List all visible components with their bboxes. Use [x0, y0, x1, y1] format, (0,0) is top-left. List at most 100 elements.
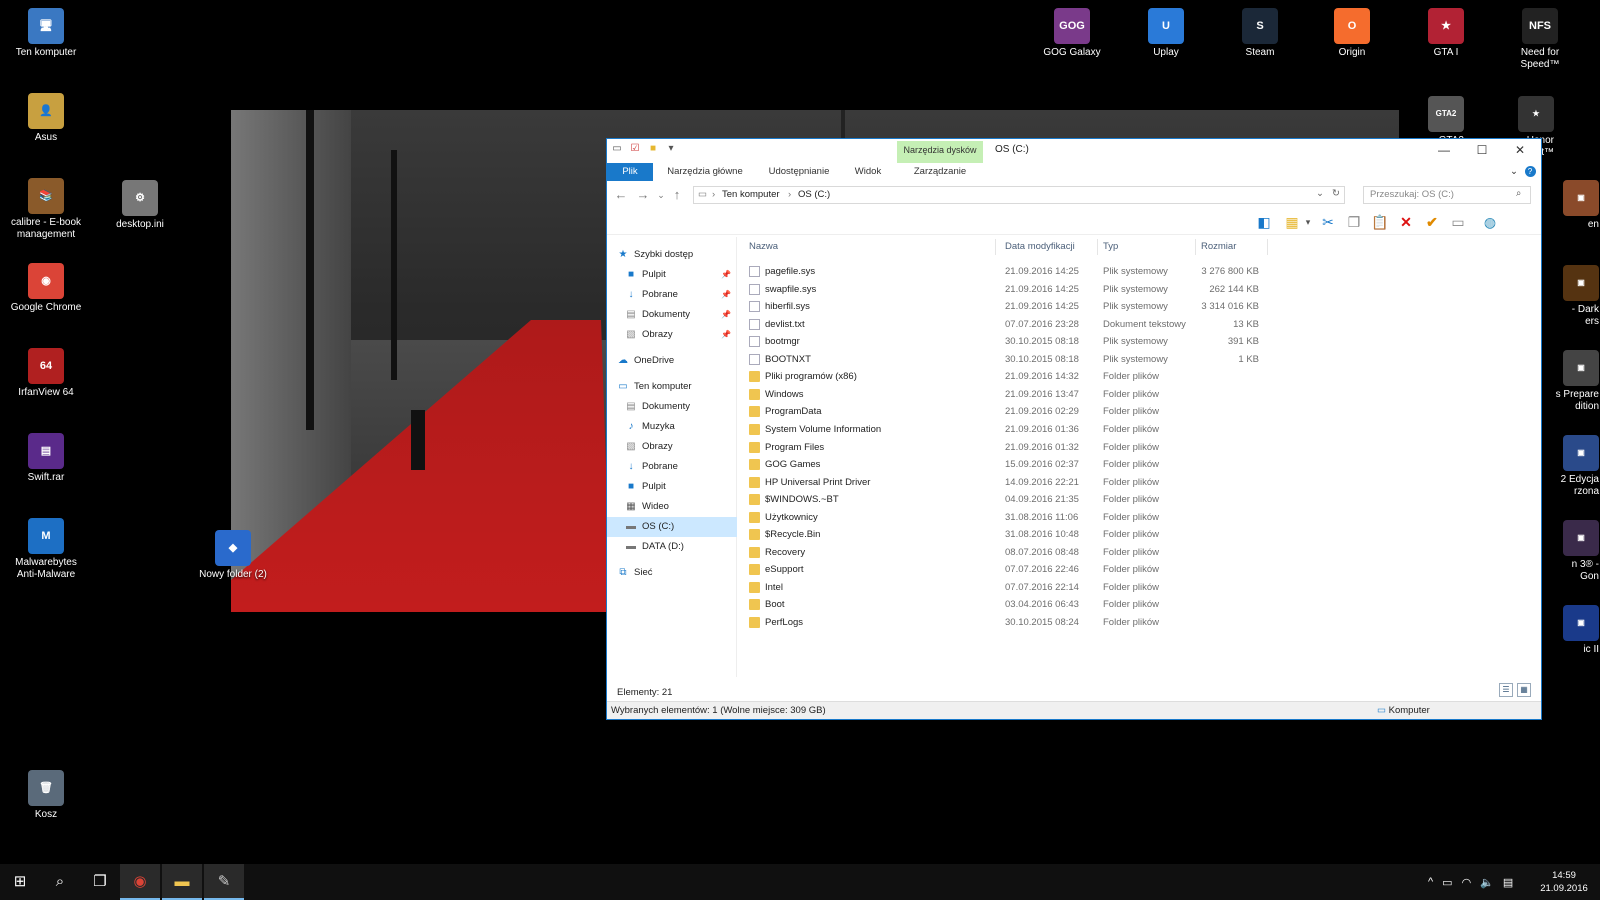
- nav-pc-item[interactable]: ▦ Wideo: [607, 497, 737, 517]
- desktop-icon[interactable]: GOG GOG Galaxy: [1032, 8, 1112, 59]
- table-row[interactable]: Boot 03.04.2016 06:43 Folder plików: [739, 596, 1279, 614]
- tab-share[interactable]: Udostępnianie: [755, 163, 843, 181]
- nav-quick-item[interactable]: ■ Pulpit 📌: [607, 265, 737, 285]
- desktop-icon[interactable]: ▤ Swift.rar: [6, 433, 86, 484]
- search-input[interactable]: Przeszukaj: OS (C:) ⌕: [1363, 186, 1531, 204]
- action-center-icon[interactable]: ▤: [1503, 876, 1513, 889]
- app-taskbar-icon[interactable]: ✎: [204, 864, 244, 900]
- table-row[interactable]: $WINDOWS.~BT 04.09.2016 21:35 Folder plikó…: [739, 491, 1279, 509]
- tab-home[interactable]: Narzędzia główne: [659, 163, 751, 181]
- wifi-icon[interactable]: ◠: [1462, 876, 1472, 889]
- table-row[interactable]: Pliki programów (x86) 21.09.2016 14:32 Fol…: [739, 368, 1279, 386]
- new-folder-icon[interactable]: ■: [647, 143, 659, 155]
- table-row[interactable]: HP Universal Print Driver 14.09.2016 22:2…: [739, 474, 1279, 492]
- table-row[interactable]: pagefile.sys 21.09.2016 14:25 Plik systemo…: [739, 263, 1279, 281]
- nav-pc-item[interactable]: ▬ DATA (D:): [607, 537, 737, 557]
- table-row[interactable]: PerfLogs 30.10.2015 08:24 Folder plików: [739, 614, 1279, 632]
- task-view-icon[interactable]: ❐: [80, 864, 120, 900]
- table-row[interactable]: hiberfil.sys 21.09.2016 14:25 Plik systemo…: [739, 298, 1279, 316]
- computer-icon[interactable]: ▭: [611, 143, 623, 155]
- desktop-icon[interactable]: 📚 calibre - E-book management: [6, 178, 86, 241]
- desktop-icon[interactable]: M Malwarebytes Anti-Malware: [6, 518, 86, 581]
- search-icon[interactable]: ⌕: [1516, 188, 1521, 199]
- tab-file[interactable]: Plik: [607, 163, 653, 181]
- table-row[interactable]: System Volume Information 21.09.2016 01:3…: [739, 421, 1279, 439]
- refresh-icon[interactable]: ↻: [1332, 188, 1340, 199]
- close-button[interactable]: ✕: [1501, 139, 1539, 161]
- preview-pane-icon[interactable]: ◧: [1255, 213, 1273, 231]
- nav-quick-item[interactable]: ↓ Pobrane 📌: [607, 285, 737, 305]
- table-row[interactable]: eSupport 07.07.2016 22:46 Folder plików: [739, 561, 1279, 579]
- breadcrumb-this-pc[interactable]: Ten komputer: [722, 189, 780, 200]
- nav-quick-item[interactable]: ▧ Obrazy 📌: [607, 325, 737, 345]
- desktop-icon-partial[interactable]: ▣ en: [1545, 180, 1599, 231]
- nav-network[interactable]: ⧉ Sieć: [607, 563, 737, 583]
- desktop-icon-partial[interactable]: ▣ - Dark ers: [1545, 265, 1599, 328]
- chevron-up-icon[interactable]: ^: [1428, 876, 1433, 888]
- recent-locations-chevron-icon[interactable]: ⌄: [653, 187, 669, 203]
- desktop-icon[interactable]: S Steam: [1220, 8, 1300, 59]
- rename-icon[interactable]: ▭: [1449, 213, 1467, 231]
- address-dropdown-icon[interactable]: ⌄: [1316, 188, 1324, 199]
- delete-icon[interactable]: ✕: [1397, 213, 1415, 231]
- table-row[interactable]: swapfile.sys 21.09.2016 14:25 Plik systemo…: [739, 281, 1279, 299]
- column-header-date[interactable]: Data modyfikacji: [1005, 241, 1075, 252]
- minimize-button[interactable]: —: [1425, 139, 1463, 161]
- checkmark-icon[interactable]: ✔: [1423, 213, 1441, 231]
- table-row[interactable]: Użytkownicy 31.08.2016 11:06 Folder plików: [739, 509, 1279, 527]
- maximize-button[interactable]: ☐: [1463, 139, 1501, 161]
- paste-icon[interactable]: 📋: [1371, 213, 1389, 231]
- table-row[interactable]: BOOTNXT 30.10.2015 08:18 Plik systemowy 1 K…: [739, 351, 1279, 369]
- nav-onedrive[interactable]: ☁ OneDrive: [607, 351, 737, 371]
- table-row[interactable]: devlist.txt 07.07.2016 23:28 Dokument teks…: [739, 316, 1279, 334]
- back-arrow-icon[interactable]: ←: [613, 187, 629, 203]
- chrome-taskbar-icon[interactable]: ◉: [120, 864, 160, 900]
- desktop-icon-desktop-ini[interactable]: ⚙ desktop.ini: [100, 180, 180, 231]
- dropdown-chevron-icon[interactable]: ▾: [1299, 213, 1317, 231]
- desktop-icon-partial[interactable]: ▣ n 3® - Gon: [1545, 520, 1599, 583]
- table-row[interactable]: $Recycle.Bin 31.08.2016 10:48 Folder plikó…: [739, 526, 1279, 544]
- table-row[interactable]: Program Files 21.09.2016 01:32 Folder plik…: [739, 439, 1279, 457]
- search-icon[interactable]: ⌕: [40, 864, 80, 900]
- tab-manage[interactable]: Zarządzanie: [897, 163, 983, 181]
- file-explorer-taskbar-icon[interactable]: ▬: [162, 864, 202, 900]
- table-row[interactable]: Intel 07.07.2016 22:14 Folder plików: [739, 579, 1279, 597]
- ribbon-expand-icon[interactable]: ⌄: [1507, 163, 1521, 181]
- breadcrumb-drive-c[interactable]: OS (C:): [798, 189, 830, 200]
- details-view-icon[interactable]: ☰: [1499, 683, 1513, 697]
- nav-pc-item[interactable]: ♪ Muzyka: [607, 417, 737, 437]
- battery-icon[interactable]: ▭: [1442, 876, 1452, 889]
- copy-icon[interactable]: ❐: [1345, 213, 1363, 231]
- desktop-icon[interactable]: ★ GTA I: [1406, 8, 1486, 59]
- table-row[interactable]: Windows 21.09.2016 13:47 Folder plików: [739, 386, 1279, 404]
- cut-icon[interactable]: ✂: [1319, 213, 1337, 231]
- globe-icon[interactable]: ◍: [1481, 213, 1499, 231]
- desktop-icon[interactable]: ◉ Google Chrome: [6, 263, 86, 314]
- desktop-icon-partial[interactable]: ▣ s Prepare dition: [1545, 350, 1599, 413]
- nav-pc-item[interactable]: ↓ Pobrane: [607, 457, 737, 477]
- desktop-icon[interactable]: 🖥 Ten komputer: [6, 8, 86, 59]
- desktop-icon-new-folder[interactable]: ◆ Nowy folder (2): [193, 530, 273, 581]
- desktop-icon[interactable]: 🗑 Kosz: [6, 770, 86, 821]
- desktop-icon[interactable]: U Uplay: [1126, 8, 1206, 59]
- clock[interactable]: 14:59 21.09.2016: [1536, 869, 1592, 895]
- properties-icon[interactable]: ☑: [629, 143, 641, 155]
- column-divider[interactable]: [995, 239, 996, 255]
- volume-icon[interactable]: 🔈: [1480, 876, 1494, 889]
- table-row[interactable]: ProgramData 21.09.2016 02:29 Folder plików: [739, 403, 1279, 421]
- nav-pc-item[interactable]: ▧ Obrazy: [607, 437, 737, 457]
- tab-view[interactable]: Widok: [845, 163, 891, 181]
- nav-quick-item[interactable]: ▤ Dokumenty 📌: [607, 305, 737, 325]
- nav-pc-item[interactable]: ▤ Dokumenty: [607, 397, 737, 417]
- desktop-icon-partial[interactable]: ▣ 2 Edycja rzona: [1545, 435, 1599, 498]
- title-bar[interactable]: ▭ ☑ ■ ▾ Narzędzia dysków OS (C:) — ☐ ✕: [607, 139, 1541, 163]
- column-divider[interactable]: [1195, 239, 1196, 255]
- nav-this-pc[interactable]: ▭ Ten komputer: [607, 377, 737, 397]
- column-divider[interactable]: [1097, 239, 1098, 255]
- column-divider[interactable]: [1267, 239, 1268, 255]
- nav-pc-item[interactable]: ■ Pulpit: [607, 477, 737, 497]
- desktop-icon[interactable]: 👤 Asus: [6, 93, 86, 144]
- up-arrow-icon[interactable]: ↑: [669, 187, 685, 203]
- desktop-icon[interactable]: NFS Need for Speed™: [1500, 8, 1580, 71]
- table-row[interactable]: GOG Games 15.09.2016 02:37 Folder plików: [739, 456, 1279, 474]
